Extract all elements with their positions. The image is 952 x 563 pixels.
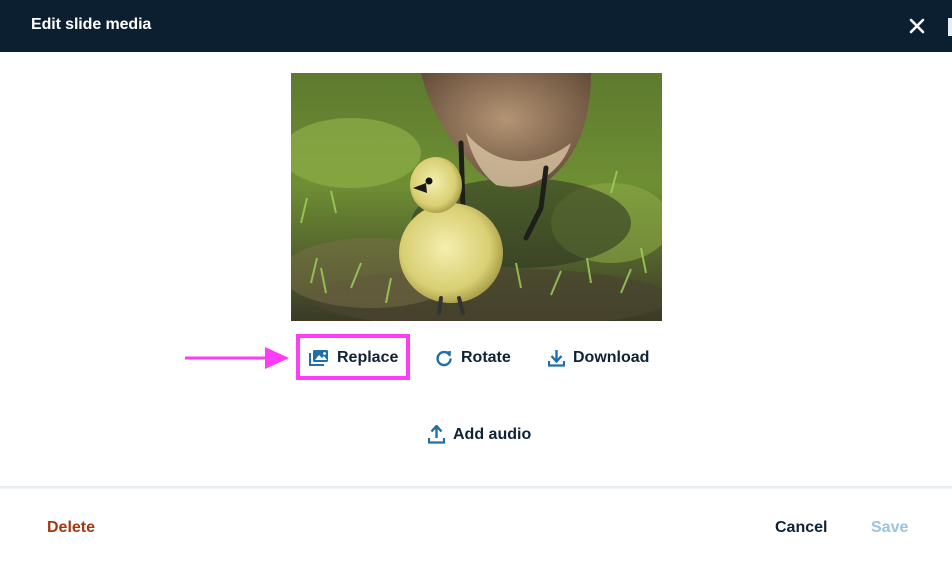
media-preview-image xyxy=(291,73,662,321)
rotate-button[interactable]: Rotate xyxy=(435,349,511,367)
close-button[interactable] xyxy=(906,15,928,37)
download-icon xyxy=(548,350,565,367)
add-audio-button[interactable]: Add audio xyxy=(428,425,531,444)
gosling-photo xyxy=(291,73,662,321)
replace-label: Replace xyxy=(337,349,399,366)
cancel-button[interactable]: Cancel xyxy=(775,519,827,537)
close-icon xyxy=(909,18,925,34)
annotation-arrow xyxy=(185,347,289,369)
save-button[interactable]: Save xyxy=(871,519,908,537)
dialog-title: Edit slide media xyxy=(31,16,152,33)
add-audio-label: Add audio xyxy=(453,425,532,443)
window-edge xyxy=(948,18,952,36)
rotate-label: Rotate xyxy=(461,349,511,366)
download-label: Download xyxy=(573,349,650,366)
image-gallery-icon xyxy=(309,350,328,366)
download-button[interactable]: Download xyxy=(548,349,649,367)
footer-divider xyxy=(0,486,952,489)
rotate-icon xyxy=(436,350,452,367)
delete-button[interactable]: Delete xyxy=(47,519,95,537)
upload-icon xyxy=(428,425,445,444)
replace-button[interactable]: Replace xyxy=(309,349,398,367)
dialog-header: Edit slide media xyxy=(0,0,952,52)
